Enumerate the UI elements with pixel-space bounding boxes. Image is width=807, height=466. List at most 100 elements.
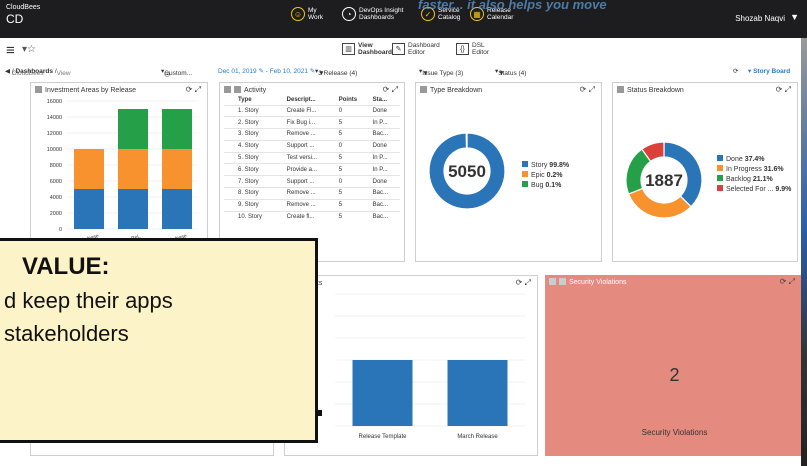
dashboard-toolbar: ≡ ▾☆ ▥ View Dashboard ✎ Dashboard Editor {…: [0, 38, 801, 64]
nav-devops-insight[interactable]: ◔ DevOps Insight Dashboards: [342, 7, 403, 21]
column-header[interactable]: Type: [224, 96, 285, 105]
table-cell: 9. Story: [224, 198, 285, 212]
bar-segment: [162, 109, 192, 149]
refresh-icon[interactable]: ⟳: [733, 67, 738, 75]
date-range[interactable]: Dec 01, 2019 ✎ - Feb 10, 2021 ✎: [218, 67, 315, 75]
table-cell: Support ...: [284, 139, 337, 153]
bar-segment: [162, 149, 192, 189]
legend-item[interactable]: Backlog 21.1%: [717, 175, 791, 185]
legend-item[interactable]: Epic 0.2%: [522, 171, 569, 181]
table-cell: 5: [336, 210, 371, 223]
table-row[interactable]: 8. Story Remove ... 5 Bac...: [224, 187, 400, 200]
table-row[interactable]: 1. Story Create Fl... 0 Done: [224, 104, 400, 117]
activity-panel: Activity ⟳ ⤢ Type Descript... Points Sta…: [219, 82, 405, 262]
nav-my-work[interactable]: ☺ My Work: [291, 7, 323, 21]
story-board-select[interactable]: ▾ Story Board: [748, 67, 790, 75]
legend-swatch: [717, 185, 723, 191]
x-tick-label: March Release: [457, 434, 498, 440]
column-header[interactable]: Sta...: [371, 96, 400, 105]
legend-item[interactable]: Story 99.8%: [522, 161, 569, 171]
results-panel: Results ⟳ ⤢ Release TemplateMarch Releas…: [284, 275, 538, 456]
y-tick-label: 10000: [47, 147, 62, 153]
table-cell: 4. Story: [224, 139, 285, 153]
type-legend: Story 99.8% Epic 0.2% Bug 0.1%: [522, 161, 569, 191]
legend-item[interactable]: Bug 0.1%: [522, 181, 569, 191]
table-row[interactable]: 9. Story Remove ... 5 Bac...: [224, 198, 400, 212]
table-cell: 5: [336, 198, 371, 212]
user-menu[interactable]: Shozab Naqvi: [735, 14, 785, 23]
table-cell: In P...: [370, 116, 400, 129]
legend-item[interactable]: Selected For ... 9.9%: [717, 185, 791, 195]
callout-line: stakeholders: [4, 321, 129, 346]
table-cell: In P...: [370, 151, 400, 164]
table-row[interactable]: 10. Story Create fl... 5 Bac...: [224, 210, 400, 223]
legend-label: Done: [726, 156, 745, 163]
brand-product: CD: [6, 12, 24, 26]
dsl-editor-button[interactable]: {} DSL Editor: [456, 42, 489, 56]
status-legend: Done 37.4% In Progress 31.6% Backlog 21.1%…: [717, 155, 791, 195]
refresh-expand-icon[interactable]: ⟳ ⤢: [780, 277, 795, 287]
table-cell: 0: [336, 104, 371, 117]
panel-title: Activity: [224, 86, 266, 94]
brand-logo[interactable]: CloudBees CD: [6, 4, 40, 26]
donut-total: 1887: [645, 171, 683, 190]
table-cell: 0: [336, 139, 371, 153]
custom-range-select[interactable]: ▾ ◷ Custom...: [161, 67, 192, 78]
legend-label: Bug: [531, 182, 546, 189]
background-edge: [801, 38, 807, 466]
table-row[interactable]: 6. Story Provide a... 5 In P...: [224, 163, 400, 176]
table-row[interactable]: 4. Story Support ... 0 Done: [224, 139, 400, 153]
legend-label: In Progress: [726, 166, 764, 173]
table-cell: Bac...: [370, 210, 400, 223]
investment-areas-panel: Investment Areas by Release ⟳ ⤢ 16000 140…: [30, 82, 208, 262]
legend-label: Backlog: [726, 176, 753, 183]
table-cell: 3. Story: [224, 128, 285, 141]
favorite-star-icon[interactable]: ▾☆: [22, 44, 36, 55]
refresh-expand-icon[interactable]: ⟳ ⤢: [383, 85, 398, 95]
dashboard-editor-button[interactable]: ✎ Dashboard Editor: [392, 42, 440, 56]
table-cell: Support ...: [284, 175, 337, 188]
y-tick-label: 0: [59, 227, 62, 233]
overlay-caption: faster... it also helps you move: [418, 0, 607, 12]
column-header[interactable]: Descript...: [285, 96, 337, 105]
donut-slice: [627, 187, 692, 219]
security-violations-count: 2: [669, 365, 680, 385]
column-header[interactable]: Points: [337, 96, 371, 105]
table-cell: Remove ...: [284, 128, 337, 141]
table-cell: Bac...: [370, 128, 400, 141]
legend-swatch: [522, 171, 528, 177]
table-cell: Done: [370, 104, 400, 117]
bar: [352, 360, 413, 426]
activity-table: Type Descript... Points Sta... 1. Story C…: [224, 96, 400, 223]
y-tick-label: 2000: [50, 211, 62, 217]
table-cell: Bac...: [370, 198, 400, 212]
legend-value: 0.2%: [546, 172, 563, 179]
table-row[interactable]: 5. Story Test versi... 5 In P...: [224, 151, 400, 164]
breadcrumb-root[interactable]: CloudBees: [12, 70, 44, 77]
legend-swatch: [717, 165, 723, 171]
table-cell: 5. Story: [224, 151, 285, 164]
caret-down-icon[interactable]: ▼: [790, 12, 799, 22]
table-cell: 10. Story: [224, 210, 285, 223]
legend-item[interactable]: In Progress 31.6%: [717, 165, 791, 175]
legend-value: 37.4%: [744, 156, 765, 163]
table-row[interactable]: 3. Story Remove ... 5 Bac...: [224, 128, 400, 141]
table-cell: 5: [336, 163, 371, 176]
y-tick-label: 14000: [47, 115, 62, 121]
table-cell: 5: [336, 128, 371, 141]
legend-item[interactable]: Done 37.4%: [717, 155, 791, 165]
legend-value: 21.1%: [752, 176, 773, 183]
hamburger-menu-icon[interactable]: ≡: [6, 42, 15, 59]
release-filter[interactable]: ▾ ▼ 3 Release (4): [315, 67, 357, 77]
table-row[interactable]: 2. Story Fix Bug i... 5 In P...: [224, 116, 400, 129]
panel-title: Security Violations: [549, 278, 626, 286]
table-row[interactable]: 7. Story Support ... 0 Done: [224, 175, 400, 188]
view-dashboard-button[interactable]: ▥ View Dashboard: [342, 42, 392, 56]
bar: [447, 360, 508, 426]
status-filter[interactable]: ▾ ▼ Status (4): [495, 67, 526, 77]
callout-heading: VALUE:: [22, 253, 110, 280]
legend-value: 31.6%: [763, 166, 784, 173]
issue-type-filter[interactable]: ▾ ▼ Issue Type (3): [419, 67, 463, 77]
bar-segment: [74, 149, 104, 189]
y-tick-label: 6000: [50, 179, 62, 185]
